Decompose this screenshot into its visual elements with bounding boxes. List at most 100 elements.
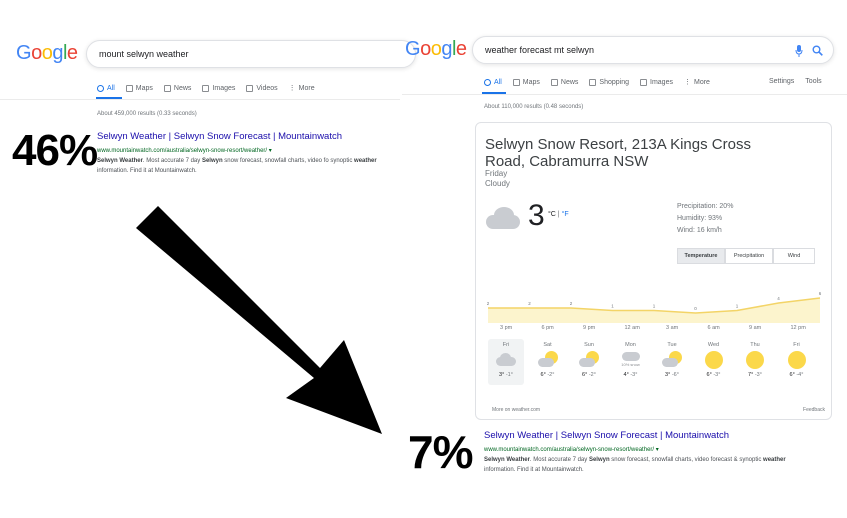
celsius-unit[interactable]: °C (548, 211, 556, 218)
settings-link[interactable]: Settings (769, 78, 794, 85)
logo-letter: e (455, 38, 467, 60)
tab-more[interactable]: ⋮ More (683, 78, 710, 87)
tab-shopping[interactable]: Shopping (589, 78, 630, 86)
tab-maps[interactable]: Maps (512, 78, 540, 86)
low-temp: -3° (711, 372, 721, 378)
tab-label: Images (212, 84, 236, 92)
tab-images[interactable]: Images (202, 84, 236, 92)
day-forecast[interactable]: Mon 10% snow 4° -3° (613, 339, 649, 385)
day-forecast[interactable]: Fri 3° -1° (488, 339, 524, 385)
day-forecast[interactable]: Fri 6° -4° (779, 339, 815, 385)
low-temp: -2° (587, 372, 596, 378)
microphone-icon[interactable] (795, 45, 803, 57)
tab-images[interactable]: Images (640, 78, 673, 86)
image-icon (202, 84, 210, 92)
day-temps: 3° -6° (654, 372, 690, 378)
day-forecast[interactable]: Tue 3° -6° (654, 339, 690, 385)
result-title-right[interactable]: Selwyn Weather | Selwyn Snow Forecast | … (484, 430, 729, 441)
tab-label: News (173, 84, 192, 92)
tab-label: More (693, 78, 710, 86)
unit-toggle[interactable]: °C | °F (548, 203, 569, 221)
header-divider (0, 99, 400, 100)
day-name: Mon (625, 342, 636, 348)
search-box-left[interactable]: mount selwyn weather (86, 40, 416, 68)
search-tabs-left: All Maps News Images Videos ⋮ More (97, 84, 326, 92)
day-temps: 6° -3° (696, 372, 732, 378)
day-forecast[interactable]: Sat 6° -2° (530, 339, 566, 385)
tab-label: Shopping (599, 78, 630, 86)
day-forecast[interactable]: Wed 6° -3° (696, 339, 732, 385)
tab-maps[interactable]: Maps (125, 84, 153, 92)
search-icon[interactable] (812, 45, 823, 56)
time-label: 3 am (666, 325, 679, 331)
temperature-chart: 2 2 2 1 1 0 1 4 6 (487, 291, 822, 323)
search-input-right[interactable]: weather forecast mt selwyn (485, 45, 594, 55)
sun-icon (744, 351, 766, 369)
more-icon: ⋮ (288, 85, 296, 92)
fahrenheit-unit[interactable]: °F (562, 211, 569, 218)
logo-letter: e (66, 42, 78, 64)
day-name: Wed (707, 342, 720, 348)
day-forecast[interactable]: Sun 6° -2° (571, 339, 607, 385)
chart-point-label: 2 (570, 301, 573, 306)
map-icon (512, 78, 520, 86)
video-icon (246, 84, 254, 92)
tab-label: Maps (135, 84, 153, 92)
feedback-link[interactable]: Feedback (803, 407, 825, 413)
time-label: 9 pm (583, 325, 596, 331)
chart-point-label: 1 (653, 304, 656, 309)
more-icon: ⋮ (683, 79, 691, 86)
partly-sunny-icon (537, 351, 559, 369)
search-box-right[interactable]: weather forecast mt selwyn (472, 36, 834, 64)
day-name: Sat (543, 342, 552, 348)
chart-point-label: 1 (611, 304, 614, 309)
day-name: Fri (502, 342, 510, 348)
day-temps: 6° -4° (779, 372, 815, 378)
header-divider (402, 94, 847, 95)
result-url-right[interactable]: www.mountainwatch.com/australia/selwyn-s… (484, 446, 659, 453)
tab-label: Settings (769, 78, 795, 85)
tab-label: Videos (256, 84, 278, 92)
temperature-tab[interactable]: Temperature (677, 248, 725, 264)
search-icon (484, 78, 491, 86)
click-rate-left: 46% (12, 126, 98, 175)
logo-letter: o (420, 38, 431, 60)
time-label: 3 pm (500, 325, 513, 331)
tab-more[interactable]: ⋮ More (288, 84, 315, 93)
logo-letter: g (441, 38, 452, 60)
search-tabs-right: All Maps News Shopping Images ⋮ More (484, 78, 721, 86)
tab-label: All (107, 84, 115, 92)
snippet-part: information. Find it at Mountainwatch. (484, 466, 584, 473)
results-count-right: About 110,000 results (0.48 seconds) (484, 104, 584, 110)
tab-label: All (494, 78, 502, 86)
result-url-left[interactable]: www.mountainwatch.com/australia/selwyn-s… (97, 147, 272, 154)
logo-letter: G (16, 42, 32, 64)
map-icon (125, 84, 133, 92)
google-logo-left[interactable]: Google (16, 42, 78, 65)
tools-link[interactable]: Tools (805, 78, 821, 85)
time-label: 6 pm (541, 325, 554, 331)
day-temps: 3° -1° (488, 372, 524, 378)
tab-all[interactable]: All (484, 78, 502, 86)
result-snippet-right: Selwyn Weather. Most accurate 7 day Selw… (484, 456, 810, 475)
tab-videos[interactable]: Videos (246, 84, 278, 92)
search-input-left[interactable]: mount selwyn weather (99, 49, 189, 59)
sun-icon (703, 351, 725, 369)
day-forecast[interactable]: Thu 7° -3° (737, 339, 773, 385)
tag-icon (589, 78, 597, 86)
tab-news[interactable]: News (163, 84, 192, 92)
google-logo-right[interactable]: Google (405, 38, 467, 61)
logo-letter: G (405, 38, 421, 60)
wind: Wind: 16 km/h (677, 227, 722, 234)
wind-tab[interactable]: Wind (773, 248, 815, 264)
tab-all[interactable]: All (97, 84, 115, 92)
logo-letter: o (430, 38, 442, 60)
result-title-left[interactable]: Selwyn Weather | Selwyn Snow Forecast | … (97, 131, 342, 142)
weather-source-link[interactable]: More on weather.com (492, 407, 540, 413)
low-temp: -3° (628, 372, 638, 378)
precipitation-tab[interactable]: Precipitation (725, 248, 773, 264)
tab-news[interactable]: News (550, 78, 578, 86)
day-name: Thu (750, 342, 760, 348)
chart-point-label: 4 (777, 296, 780, 301)
results-count-left: About 459,000 results (0.33 seconds) (97, 111, 197, 117)
